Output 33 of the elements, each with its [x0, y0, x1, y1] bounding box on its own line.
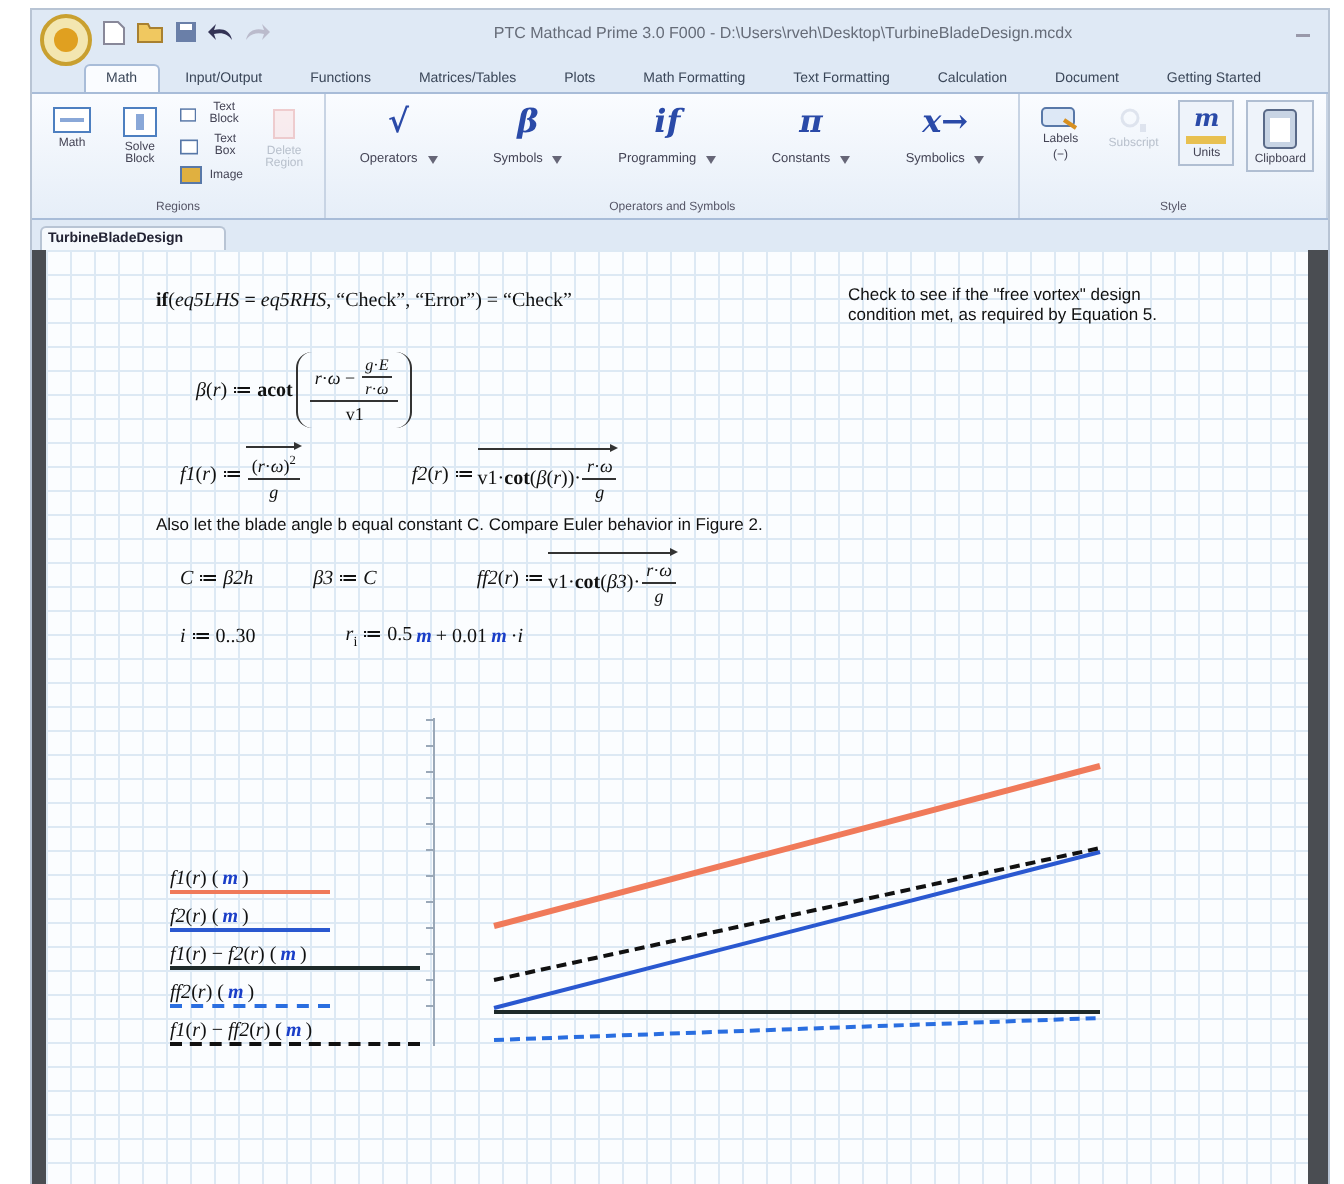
legend-label: f2(r) ( m ): [170, 906, 249, 928]
formula: β3 ≔ C: [313, 566, 377, 590]
formula: if(eq5LHS = eq5RHS, “Check”, “Error”) = “Check”: [156, 290, 572, 312]
formula: ff2(r) ≔ v1·cot(β3)· r·ω g: [476, 550, 678, 606]
delete-icon: [270, 106, 299, 142]
caret-icon[interactable]: [552, 155, 563, 163]
caret-icon[interactable]: [974, 155, 985, 163]
label-tag-icon: [1040, 106, 1081, 130]
legend-label: f1(r) − f2(r) ( m ): [170, 944, 307, 966]
new-file-icon[interactable]: [102, 19, 126, 45]
open-folder-icon[interactable]: [136, 20, 164, 44]
legend-label: f1(r) − ff2(r) ( m ): [170, 1020, 313, 1042]
save-icon[interactable]: [174, 20, 198, 44]
formula: r$_{i}$ ≔ 0.5 m + 0.01 m ·i: [345, 622, 523, 650]
formula: i ≔ 0..30: [180, 624, 256, 648]
math-region-icon: [52, 106, 92, 134]
formula: f2(r) ≔ v1·cot(β(r))· r·ω g: [411, 445, 619, 501]
region-icon: [179, 166, 202, 184]
legend-label: f1(r) ( m ): [170, 868, 249, 890]
formula: C ≔ β2h: [180, 566, 254, 590]
caret-icon[interactable]: [840, 155, 851, 163]
subscript-icon: [1117, 106, 1150, 134]
window-title: PTC Mathcad Prime 3.0 F000 - D:\Users\rveh\Desktop\TurbineBladeDesign.mcdx: [491, 23, 1075, 41]
caret-icon[interactable]: [427, 155, 438, 163]
text-region: Also let the blade angle b equal constant C. Compare Euler behavior in Figure 2.: [156, 514, 763, 534]
formula: f1(r) ≔ (r·ω)$^{2}$ g: [180, 444, 302, 502]
clipboard-icon: [1262, 106, 1299, 150]
legend-label: ff2(r) ( m ): [170, 982, 255, 1004]
solve-block-icon: [121, 106, 158, 138]
formula: β(r) ≔ acot r·ω − g·E r·ω v1: [196, 352, 413, 428]
text-region: Check to see if the "free vortex" design condition met, as required by Equation 5.: [848, 284, 1160, 324]
caret-icon[interactable]: [706, 155, 717, 163]
undo-icon[interactable]: [208, 22, 234, 42]
